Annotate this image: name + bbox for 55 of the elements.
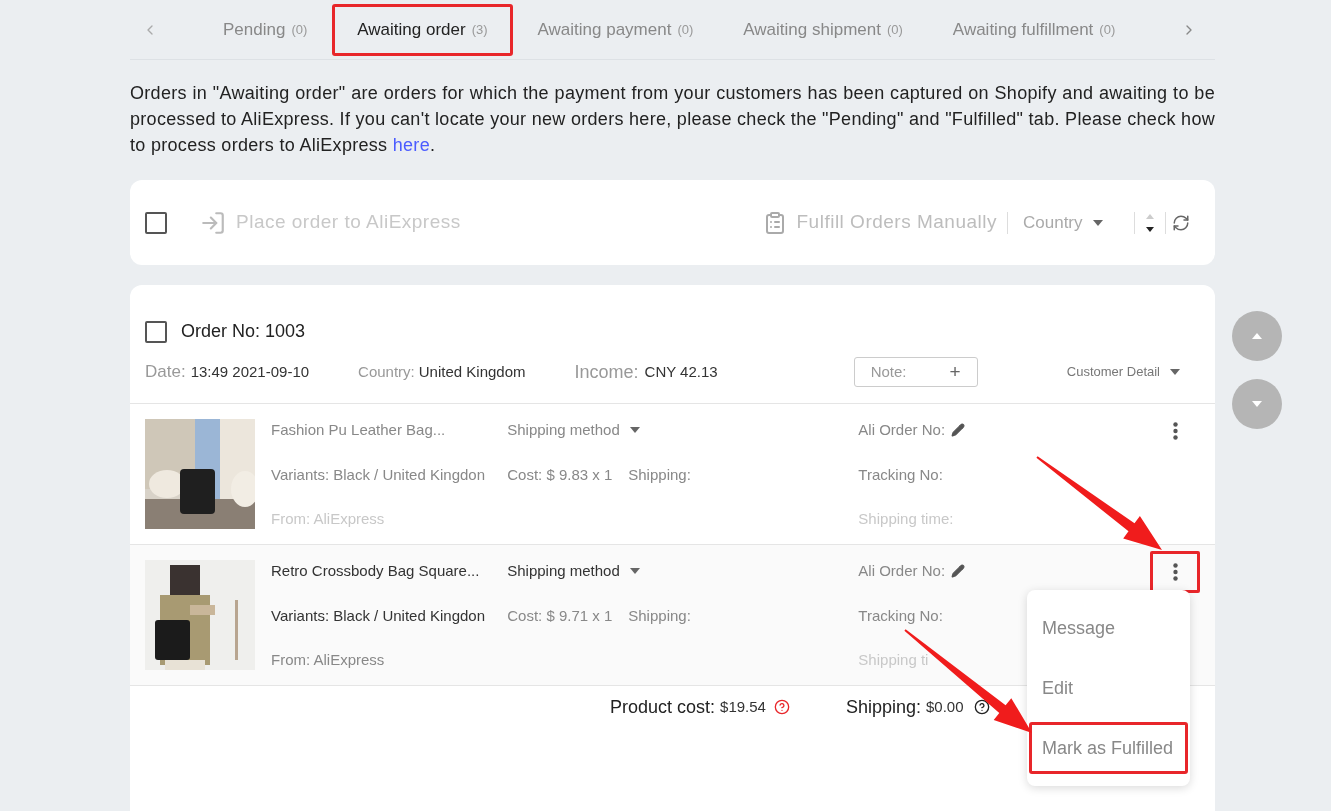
menu-item[interactable]: Mark as Fulfilled [1029, 722, 1188, 774]
product-variants: Variants: Black / United Kingdon [271, 464, 486, 485]
country-label: Country: [358, 361, 415, 382]
product-title[interactable]: Fashion Pu Leather Bag... [271, 419, 494, 442]
shipping-method-dropdown[interactable]: Shipping method [507, 560, 859, 583]
tab[interactable]: Awaiting fulfillment (0) [927, 3, 1141, 56]
tracking-label: Tracking No: [858, 464, 944, 485]
product-cost: Cost: $ 9.71 x 1 [507, 605, 613, 626]
product-cost: Cost: $ 9.83 x 1 [507, 464, 613, 485]
product-cost-label: Product cost: [610, 695, 716, 719]
up-triangle-icon [1252, 333, 1262, 339]
more-icon [1172, 563, 1178, 581]
order-number: Order No: 1003 [181, 320, 306, 343]
shipping-total-label: Shipping: [845, 695, 921, 719]
tab[interactable]: Awaiting shipment (0) [718, 3, 928, 56]
country-dropdown[interactable]: Country [1018, 209, 1128, 236]
here-link[interactable]: here [392, 135, 430, 155]
description-text: Orders in "Awaiting order" are orders for which the payment from your customers has been captured on Shopify and awaiting to be processed to AliExpress. If you can't locate your new orders here, please check the "Pending" and "Fulfilled" tab. Please check how to process orders to AliExpress here. [130, 82, 1215, 157]
caret-icon [629, 427, 640, 434]
ali-order-label: Ali Order No: [858, 561, 946, 581]
product-variants: Variants: Black / United Kingdon [271, 605, 486, 626]
note-button[interactable]: Note: + [853, 357, 978, 387]
shipping-method-dropdown[interactable]: Shipping method [507, 419, 859, 442]
caret-icon [1170, 369, 1180, 375]
checkbox[interactable] [145, 320, 167, 343]
shipping-label: Shipping: [628, 605, 691, 626]
ali-order-label: Ali Order No: [858, 420, 946, 440]
pencil-icon[interactable] [951, 564, 966, 579]
income-label: Income: [574, 360, 639, 384]
order-country: United Kingdom [418, 361, 526, 382]
checkbox[interactable] [145, 211, 167, 234]
date-label: Date: [145, 361, 186, 384]
fulfill-manually-button[interactable]: Fulfill Orders Manually [762, 208, 997, 237]
product-source: From: AliExpress [271, 650, 386, 670]
tracking-label: Tracking No: [858, 605, 944, 626]
caret-icon [1092, 219, 1103, 226]
menu-item[interactable]: Message [1029, 602, 1188, 654]
refresh-icon[interactable] [1172, 213, 1190, 232]
shipping-total: $0.00 [926, 696, 964, 717]
more-icon [1172, 422, 1178, 440]
help-icon[interactable] [973, 699, 990, 715]
tab[interactable]: Pending (0) [198, 3, 333, 56]
down-triangle-icon [1252, 401, 1262, 407]
pencil-icon[interactable] [951, 423, 966, 438]
tab[interactable]: Awaiting order (3) [332, 3, 513, 56]
caret-icon [629, 568, 640, 575]
tab[interactable]: Awaiting payment (0) [512, 3, 719, 56]
product-title[interactable]: Retro Crossbody Bag Square... [271, 560, 494, 583]
customer-detail-dropdown[interactable]: Customer Detail [1066, 362, 1180, 382]
import-icon [200, 209, 226, 236]
order-date: 13:49 2021-09-10 [190, 361, 310, 382]
order-income: CNY 42.13 [644, 361, 718, 382]
product-cost-total: $19.54 [720, 696, 766, 717]
shipping-label: Shipping: [628, 464, 691, 485]
menu-item[interactable]: Edit [1029, 662, 1188, 714]
